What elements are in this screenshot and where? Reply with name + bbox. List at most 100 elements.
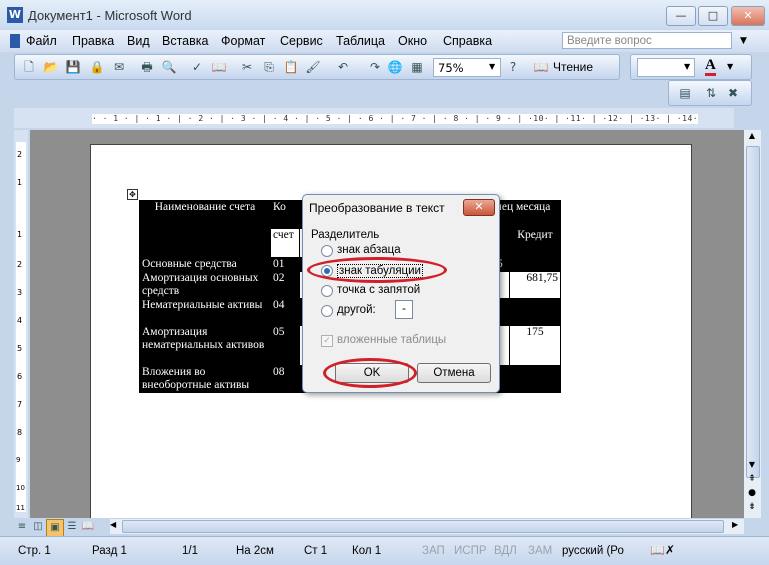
scroll-up-icon[interactable]: ▲ — [746, 131, 758, 143]
radio-semicolon-label[interactable]: точка с запятой — [337, 284, 420, 296]
status-position: На 2см — [236, 545, 274, 557]
help-dropdown-icon[interactable]: ▼ — [740, 36, 747, 46]
table-cell[interactable]: Нематериальные активы — [139, 298, 271, 326]
scroll-down-icon[interactable]: ▼ — [746, 460, 758, 469]
scroll-thumb[interactable] — [122, 520, 724, 533]
help-search-input[interactable]: Введите вопрос — [562, 32, 732, 49]
doc-icon[interactable] — [10, 34, 20, 48]
research-icon[interactable]: 📖 — [211, 59, 227, 75]
menu-view[interactable]: Вид — [127, 34, 150, 48]
horizontal-scrollbar[interactable]: ◀ ▶ — [110, 519, 744, 534]
normal-view-icon[interactable]: ≡ — [14, 519, 30, 535]
horizontal-ruler[interactable]: · · 1 · | · 1 · | · 2 · | · 3 · | · 4 · … — [14, 108, 734, 128]
redo-icon[interactable]: ↷ — [367, 59, 383, 75]
radio-other-label[interactable]: другой: — [337, 304, 376, 316]
table-cell[interactable]: Основные средства — [139, 257, 271, 272]
menu-help[interactable]: Справка — [443, 34, 492, 48]
scroll-left-icon[interactable]: ◀ — [110, 520, 116, 529]
reading-layout-icon[interactable]: 📖 — [533, 59, 549, 75]
table-cell[interactable]: 05 — [270, 325, 300, 366]
status-overtype[interactable]: ЗАМ — [528, 545, 552, 557]
table-cell[interactable]: Амортизация основных средств — [139, 271, 271, 299]
reading-view-icon[interactable]: 📖 — [80, 519, 96, 535]
insert-table-icon[interactable]: ▦ — [409, 59, 425, 75]
status-track-changes[interactable]: ИСПР — [454, 545, 487, 557]
table-cell[interactable]: 08 — [270, 365, 300, 393]
menu-table[interactable]: Таблица — [336, 34, 385, 48]
cancel-button[interactable]: Отмена — [417, 363, 491, 383]
new-icon[interactable]: 🗋 — [21, 59, 37, 75]
ruler-mark: 3 — [17, 288, 23, 297]
spelling-icon[interactable]: ✓ — [189, 59, 205, 75]
standard-toolbar: 🗋 📂 💾 🔒 ✉ 🖶 🔍 ✓ 📖 ✂ ⎘ 📋 🖌 ↶ ↷ 🌐 ▦ 75% ▼ … — [14, 54, 620, 80]
maximize-button[interactable]: □ — [698, 6, 728, 26]
other-separator-input[interactable]: - — [395, 300, 413, 319]
word-app-icon[interactable]: W — [7, 7, 23, 23]
table-cell[interactable]: 681,75 — [509, 271, 561, 299]
table-cell[interactable]: 04 — [270, 298, 300, 326]
table-cell[interactable]: Вложения во внеоборотные активы — [139, 365, 271, 393]
web-view-icon[interactable]: ◫ — [30, 519, 46, 535]
table-cell[interactable]: 01 — [270, 257, 300, 272]
status-record[interactable]: ЗАП — [422, 545, 445, 557]
menu-tools[interactable]: Сервис — [280, 34, 323, 48]
menu-format[interactable]: Формат — [221, 34, 265, 48]
autoformat-icon[interactable]: ▤ — [677, 85, 693, 101]
zoom-select[interactable]: 75% ▼ — [433, 58, 501, 77]
vertical-scrollbar[interactable]: ▲ ▼ ⇞ ● ⇟ — [744, 130, 761, 518]
radio-other[interactable] — [321, 305, 333, 317]
browse-object-icon[interactable]: ● — [746, 488, 758, 498]
font-color-button[interactable]: A — [705, 57, 716, 76]
menu-edit[interactable]: Правка — [72, 34, 114, 48]
help-icon[interactable]: ? — [505, 59, 521, 75]
print-icon[interactable]: 🖶 — [139, 59, 155, 75]
paste-icon[interactable]: 📋 — [283, 59, 299, 75]
table-header-cell[interactable]: Ко — [270, 200, 300, 229]
previous-page-icon[interactable]: ⇞ — [746, 474, 758, 484]
cut-icon[interactable]: ✂ — [239, 59, 255, 75]
table-cell[interactable] — [509, 365, 561, 393]
radio-paragraph[interactable] — [321, 245, 333, 257]
table-cell[interactable]: 02 — [270, 271, 300, 299]
spelling-status-icon[interactable]: 📖✗ — [650, 543, 675, 557]
dialog-close-button[interactable]: ✕ — [463, 199, 495, 216]
save-icon[interactable]: 💾 — [65, 59, 81, 75]
copy-icon[interactable]: ⎘ — [261, 59, 277, 75]
permission-icon[interactable]: 🔒 — [89, 59, 105, 75]
convert-to-text-dialog: Преобразование в текст ✕ Разделитель зна… — [302, 194, 500, 393]
format-painter-icon[interactable]: 🖌 — [305, 59, 321, 75]
next-page-icon[interactable]: ⇟ — [746, 502, 758, 512]
menu-window[interactable]: Окно — [398, 34, 427, 48]
table-cell[interactable] — [509, 257, 561, 272]
scroll-thumb[interactable] — [746, 146, 760, 478]
print-preview-icon[interactable]: 🔍 — [161, 59, 177, 75]
delete-table-icon[interactable]: ✖ — [725, 85, 741, 101]
menu-insert[interactable]: Вставка — [162, 34, 208, 48]
outline-view-icon[interactable]: ☰ — [64, 519, 80, 535]
table-header-cell[interactable]: Наименование счета — [139, 200, 271, 258]
open-icon[interactable]: 📂 — [43, 59, 59, 75]
hyperlink-icon[interactable]: 🌐 — [387, 59, 403, 75]
scroll-right-icon[interactable]: ▶ — [732, 520, 738, 529]
vertical-ruler[interactable]: 2 1 1 2 3 4 5 6 7 8 9 10 11 — [14, 130, 28, 518]
font-size-select[interactable]: ▼ — [637, 58, 695, 77]
status-extend[interactable]: ВДЛ — [494, 545, 517, 557]
menu-file[interactable]: Файл — [26, 34, 57, 48]
print-layout-icon[interactable]: ▣ — [46, 519, 64, 537]
table-cell[interactable]: Амортизация нематериальных активов — [139, 325, 271, 366]
nested-tables-checkbox[interactable]: ✓ — [321, 335, 333, 347]
email-icon[interactable]: ✉ — [111, 59, 127, 75]
ruler-mark: 8 — [17, 428, 23, 437]
close-window-button[interactable]: ✕ — [731, 6, 765, 26]
table-cell[interactable]: 175 — [509, 325, 561, 366]
radio-paragraph-label[interactable]: знак абзаца — [337, 244, 401, 256]
table-header-cell[interactable]: Кредит — [509, 228, 561, 258]
table-cell[interactable] — [509, 298, 561, 326]
minimize-button[interactable]: — — [666, 6, 696, 26]
sort-icon[interactable]: ⇅ — [703, 85, 719, 101]
reading-button[interactable]: Чтение — [553, 60, 593, 74]
table-header-cell[interactable]: счет — [270, 228, 300, 258]
table-move-handle-icon[interactable]: ✥ — [127, 189, 138, 200]
undo-icon[interactable]: ↶ — [335, 59, 351, 75]
radio-semicolon[interactable] — [321, 285, 333, 297]
